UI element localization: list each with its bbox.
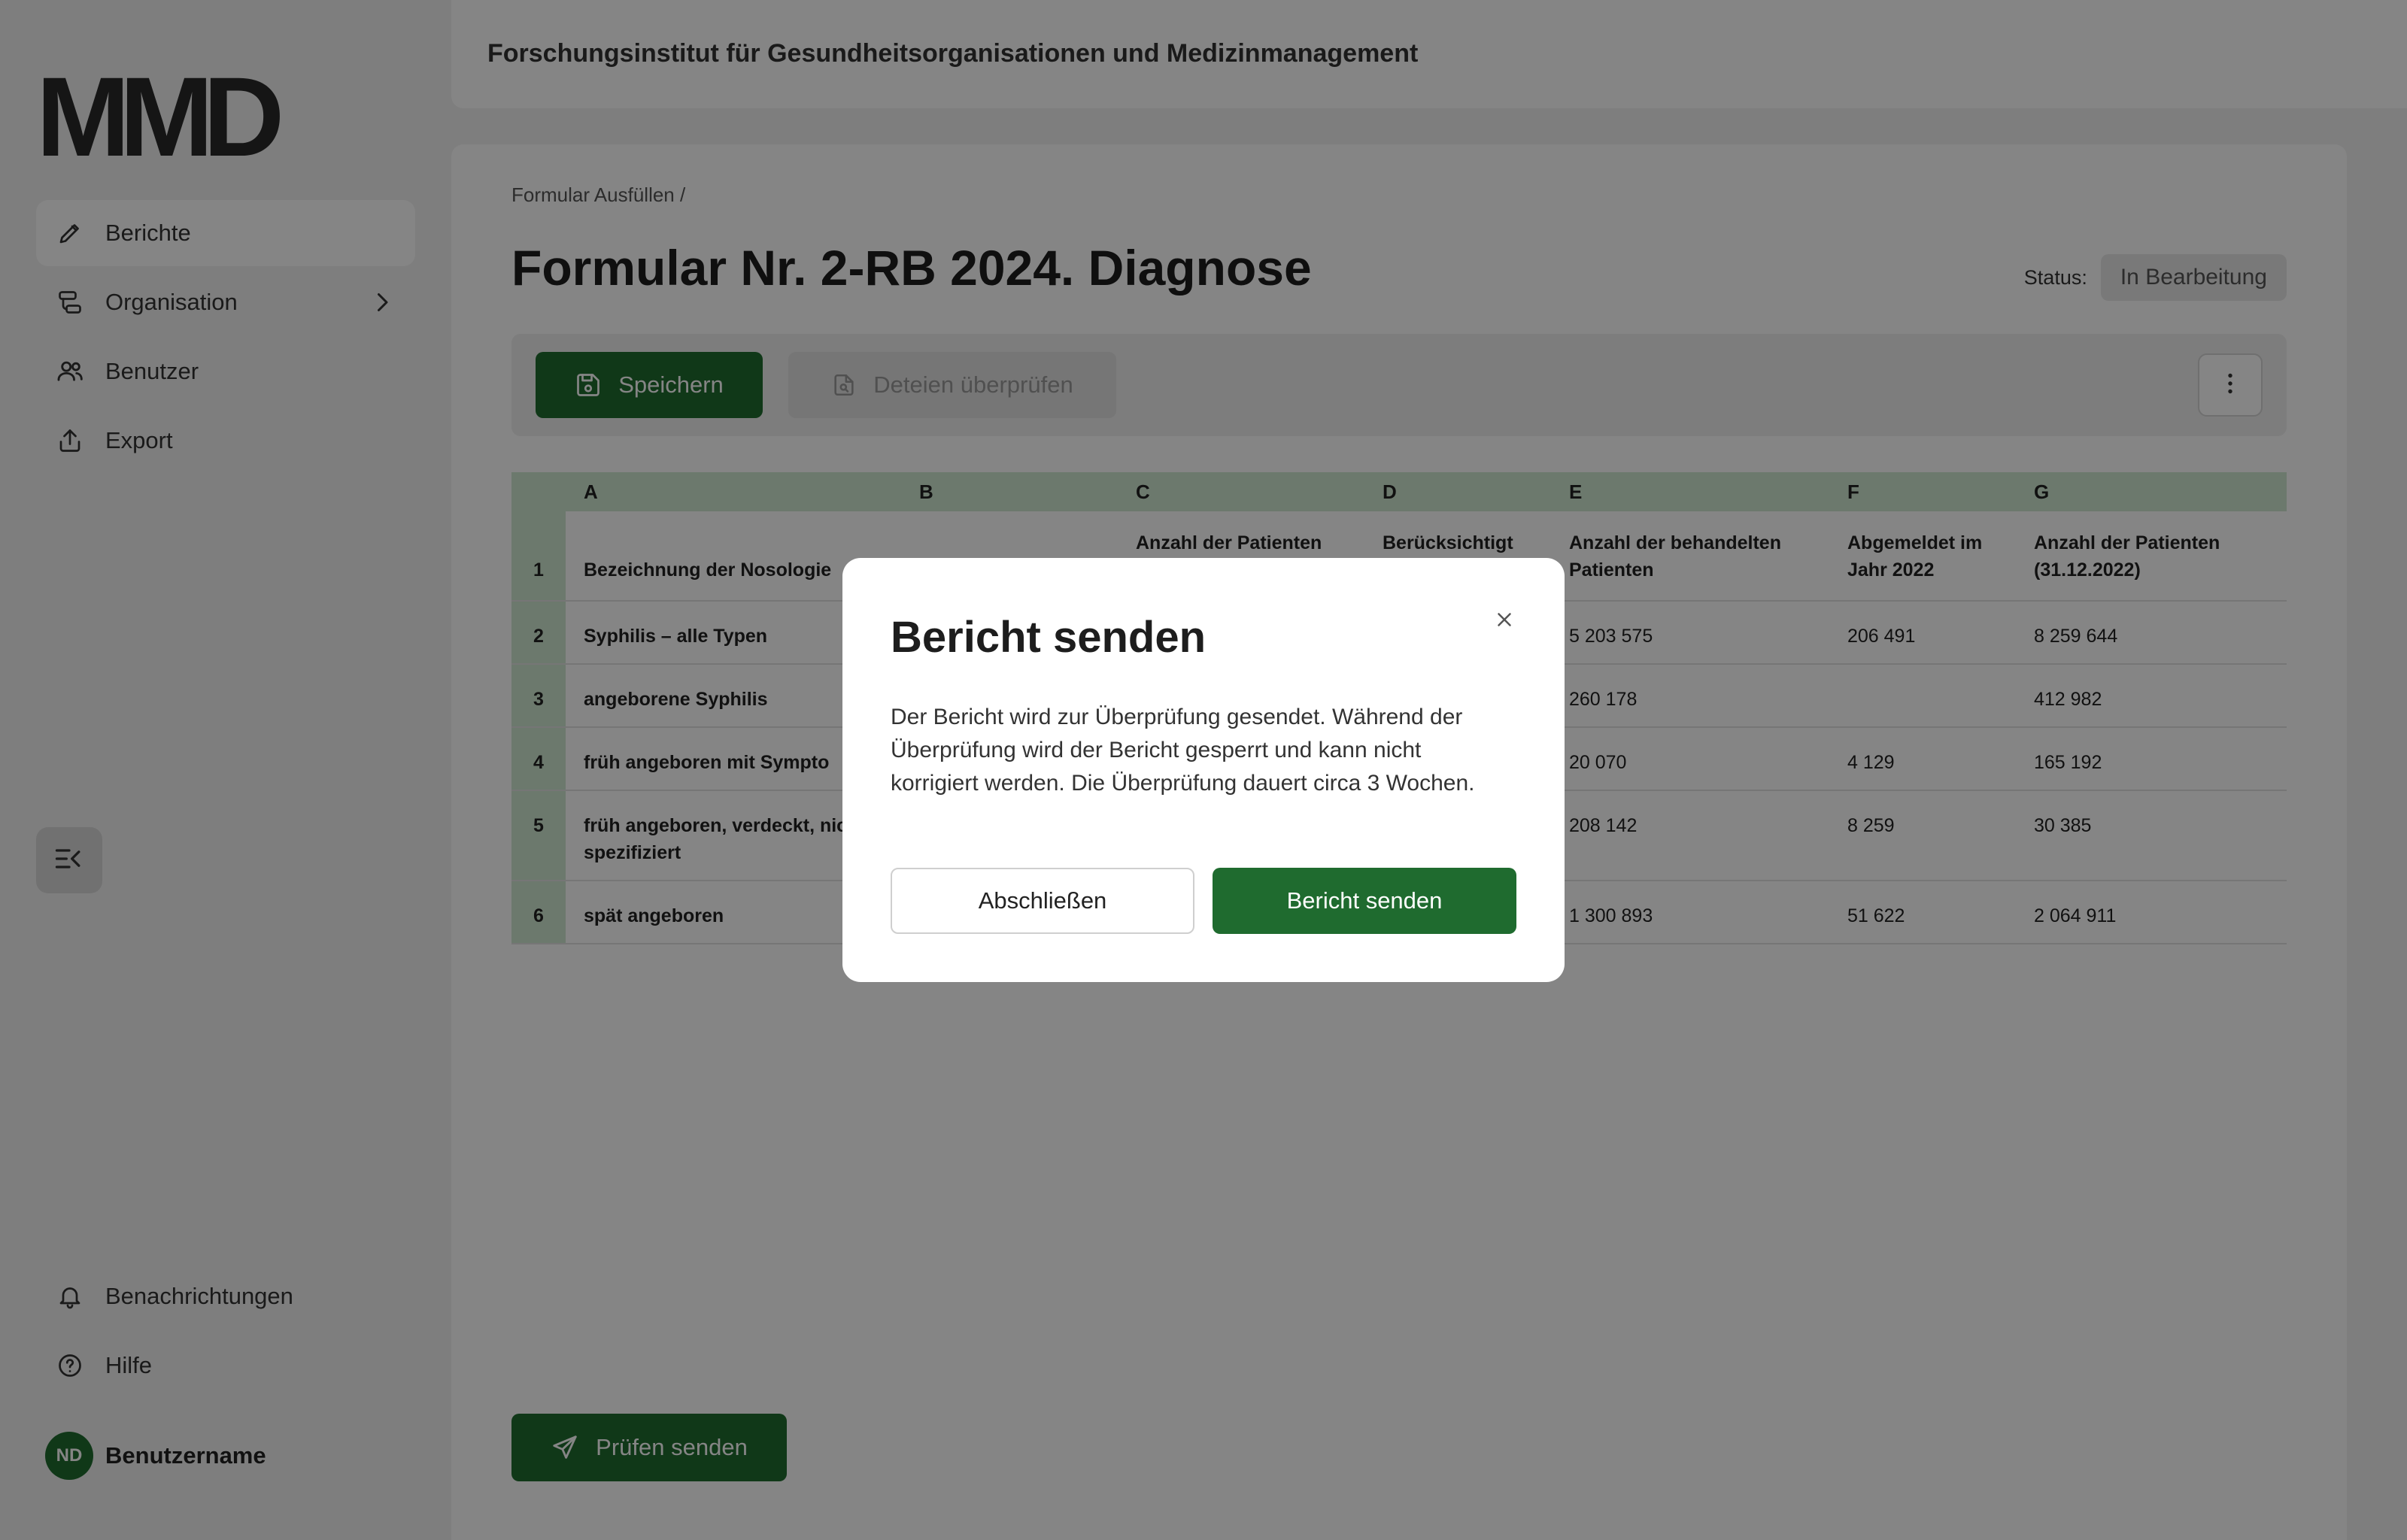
close-dialog-button[interactable]: Abschließen: [891, 868, 1194, 934]
dialog-message: Der Bericht wird zur Überprüfung gesende…: [891, 705, 1475, 796]
app-root: MMD Berichte Organisation Benutzer Expor…: [0, 0, 2407, 1540]
confirm-send-report-button[interactable]: Bericht senden: [1213, 868, 1516, 934]
close-icon: [1493, 608, 1516, 635]
dialog-title: Bericht senden: [891, 613, 1206, 662]
close-button[interactable]: [1488, 605, 1521, 638]
send-report-dialog: Bericht senden Der Bericht wird zur Über…: [842, 558, 1565, 982]
